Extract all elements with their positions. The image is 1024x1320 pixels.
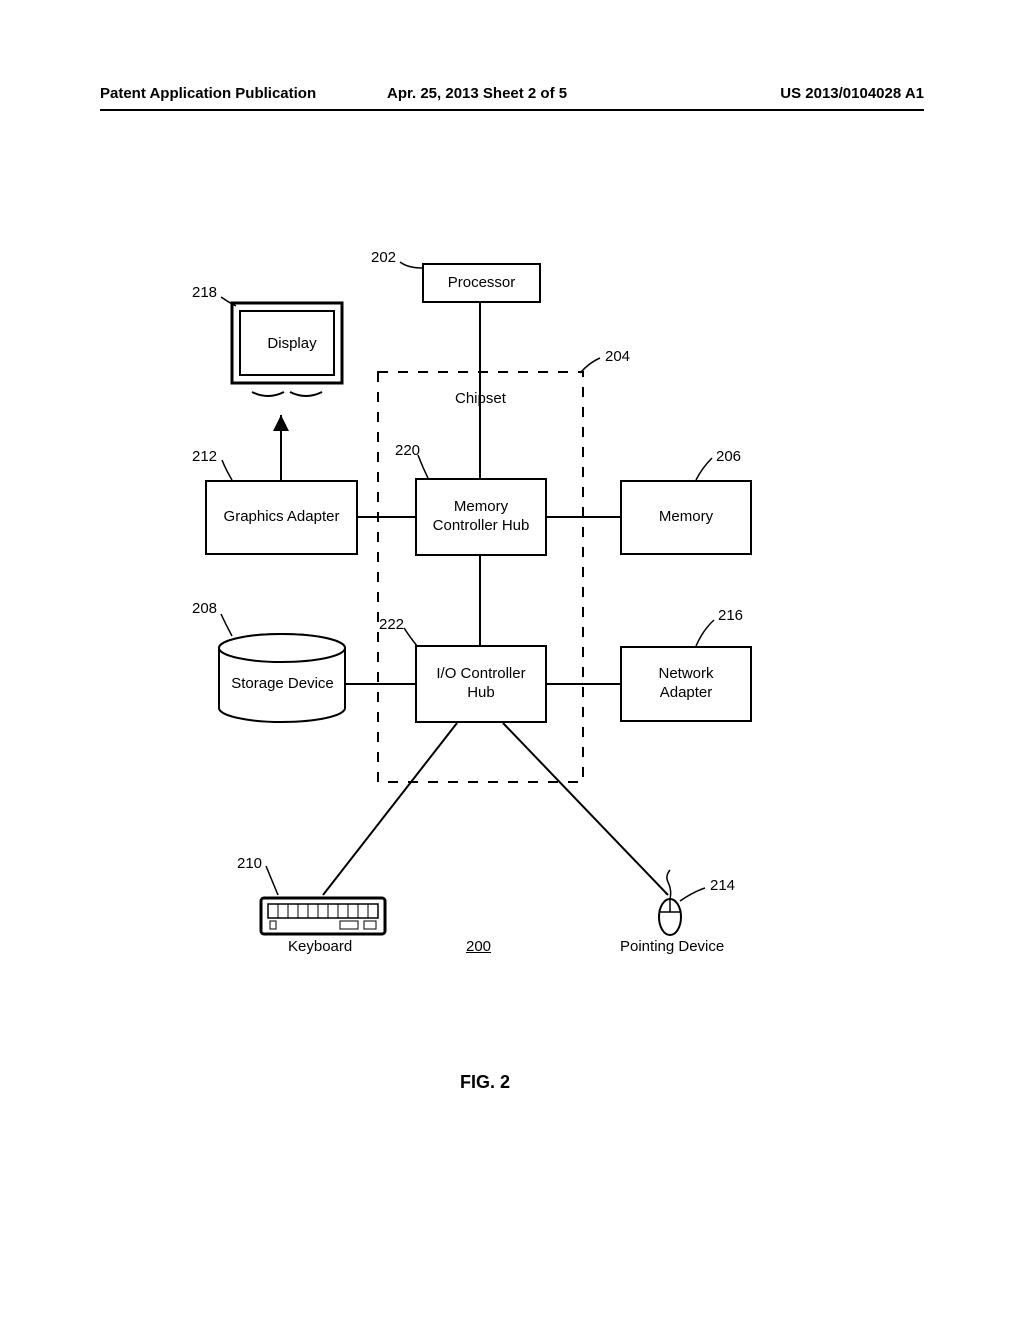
header-right: US 2013/0104028 A1 [780,85,924,102]
figure-number: 200 [466,938,491,956]
ref-220: 220 [395,442,420,460]
io-hub-label: I/O Controller Hub [436,665,525,703]
processor-block: Processor [422,263,541,303]
memory-hub-block: Memory Controller Hub [415,478,547,556]
keyboard-label: Keyboard [288,938,352,956]
storage-device-label: Storage Device [230,675,335,693]
graphics-adapter-block: Graphics Adapter [205,480,358,555]
network-adapter-block: Network Adapter [620,646,752,722]
io-hub-block: I/O Controller Hub [415,645,547,723]
chipset-label: Chipset [455,390,506,408]
ref-208: 208 [192,600,217,618]
ref-212: 212 [192,448,217,466]
display-label: Display [262,335,322,353]
ref-206: 206 [716,448,741,466]
memory-label: Memory [659,508,713,527]
ref-214: 214 [710,877,735,895]
memory-block: Memory [620,480,752,555]
ref-202: 202 [371,249,396,267]
memory-hub-label: Memory Controller Hub [433,498,530,536]
pointing-device-label: Pointing Device [620,938,724,956]
processor-label: Processor [448,274,516,293]
header-center: Apr. 25, 2013 Sheet 2 of 5 [387,85,647,102]
network-adapter-label: Network Adapter [658,665,713,703]
page-header: Patent Application Publication Apr. 25, … [100,85,924,111]
ref-222: 222 [379,616,404,634]
figure-label: FIG. 2 [460,1072,510,1094]
ref-216: 216 [718,607,743,625]
graphics-adapter-label: Graphics Adapter [224,508,340,527]
header-left: Patent Application Publication [100,85,316,102]
ref-218: 218 [192,284,217,302]
ref-210: 210 [237,855,262,873]
ref-204: 204 [605,348,630,366]
page-root: Patent Application Publication Apr. 25, … [0,0,1024,1320]
